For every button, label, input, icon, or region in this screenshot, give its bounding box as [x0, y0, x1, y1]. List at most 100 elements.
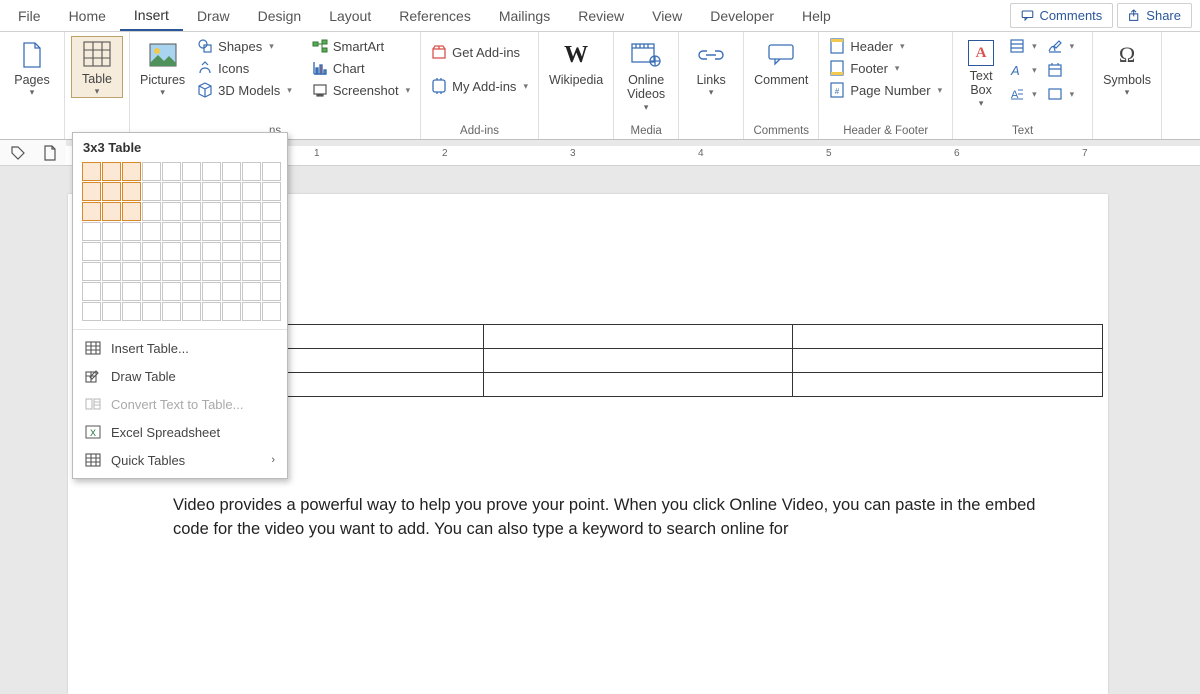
grid-cell[interactable] — [142, 302, 161, 321]
grid-cell[interactable] — [102, 222, 121, 241]
grid-cell[interactable] — [242, 302, 261, 321]
tab-mailings[interactable]: Mailings — [485, 2, 564, 30]
grid-cell[interactable] — [122, 262, 141, 281]
grid-cell[interactable] — [162, 262, 181, 281]
grid-cell[interactable] — [142, 222, 161, 241]
grid-cell[interactable] — [122, 302, 141, 321]
table-button[interactable]: Table ▾ — [71, 36, 123, 98]
grid-cell[interactable] — [82, 202, 101, 221]
grid-cell[interactable] — [222, 242, 241, 261]
grid-cell[interactable] — [142, 282, 161, 301]
grid-cell[interactable] — [222, 162, 241, 181]
grid-cell[interactable] — [182, 182, 201, 201]
drop-cap-button[interactable]: A▾ — [1005, 84, 1041, 104]
grid-cell[interactable] — [122, 282, 141, 301]
tab-layout[interactable]: Layout — [315, 2, 385, 30]
insert-table-item[interactable]: Insert Table... — [73, 334, 287, 362]
grid-cell[interactable] — [262, 302, 281, 321]
grid-cell[interactable] — [262, 262, 281, 281]
3d-models-button[interactable]: 3D Models▾ — [193, 80, 296, 100]
grid-cell[interactable] — [122, 182, 141, 201]
wordart-button[interactable]: A▾ — [1005, 60, 1041, 80]
comments-button[interactable]: Comments — [1010, 3, 1113, 28]
grid-cell[interactable] — [202, 182, 221, 201]
grid-cell[interactable] — [242, 242, 261, 261]
excel-spreadsheet-item[interactable]: XExcel Spreadsheet — [73, 418, 287, 446]
grid-cell[interactable] — [162, 302, 181, 321]
grid-cell[interactable] — [242, 282, 261, 301]
grid-cell[interactable] — [102, 202, 121, 221]
object-button[interactable]: ▾ — [1043, 84, 1079, 104]
grid-cell[interactable] — [202, 302, 221, 321]
get-addins-button[interactable]: Get Add-ins — [427, 42, 532, 62]
grid-cell[interactable] — [202, 222, 221, 241]
grid-cell[interactable] — [202, 162, 221, 181]
footer-button[interactable]: Footer▾ — [825, 58, 946, 78]
header-button[interactable]: Header▾ — [825, 36, 946, 56]
grid-cell[interactable] — [82, 242, 101, 261]
tab-insert[interactable]: Insert — [120, 1, 183, 31]
grid-cell[interactable] — [82, 162, 101, 181]
grid-cell[interactable] — [162, 222, 181, 241]
table-size-grid[interactable] — [73, 162, 287, 329]
screenshot-button[interactable]: Screenshot▾ — [308, 80, 414, 100]
grid-cell[interactable] — [82, 262, 101, 281]
grid-cell[interactable] — [202, 242, 221, 261]
grid-cell[interactable] — [162, 182, 181, 201]
share-button[interactable]: Share — [1117, 3, 1192, 28]
grid-cell[interactable] — [142, 262, 161, 281]
grid-cell[interactable] — [122, 162, 141, 181]
icons-button[interactable]: Icons — [193, 58, 296, 78]
grid-cell[interactable] — [162, 242, 181, 261]
grid-cell[interactable] — [162, 282, 181, 301]
grid-cell[interactable] — [202, 202, 221, 221]
grid-cell[interactable] — [102, 302, 121, 321]
grid-cell[interactable] — [102, 282, 121, 301]
grid-cell[interactable] — [122, 202, 141, 221]
date-time-button[interactable] — [1043, 60, 1079, 80]
comment-button[interactable]: Comment — [750, 36, 812, 87]
grid-cell[interactable] — [242, 222, 261, 241]
my-addins-button[interactable]: My Add-ins▾ — [427, 76, 532, 96]
grid-cell[interactable] — [262, 162, 281, 181]
tab-review[interactable]: Review — [564, 2, 638, 30]
grid-cell[interactable] — [202, 282, 221, 301]
grid-cell[interactable] — [162, 202, 181, 221]
pages-button[interactable]: Pages ▾ — [6, 36, 58, 98]
pictures-button[interactable]: Pictures ▾ — [136, 36, 189, 98]
grid-cell[interactable] — [182, 302, 201, 321]
grid-cell[interactable] — [82, 222, 101, 241]
grid-cell[interactable] — [142, 242, 161, 261]
grid-cell[interactable] — [222, 262, 241, 281]
tab-draw[interactable]: Draw — [183, 2, 244, 30]
grid-cell[interactable] — [82, 182, 101, 201]
grid-cell[interactable] — [222, 222, 241, 241]
grid-cell[interactable] — [182, 242, 201, 261]
grid-cell[interactable] — [262, 222, 281, 241]
tab-developer[interactable]: Developer — [696, 2, 788, 30]
grid-cell[interactable] — [222, 282, 241, 301]
grid-cell[interactable] — [102, 262, 121, 281]
grid-cell[interactable] — [82, 282, 101, 301]
grid-cell[interactable] — [242, 202, 261, 221]
wikipedia-button[interactable]: W Wikipedia — [545, 36, 607, 87]
signature-line-button[interactable]: ▾ — [1043, 36, 1079, 56]
symbols-button[interactable]: Ω Symbols ▾ — [1099, 36, 1155, 98]
grid-cell[interactable] — [222, 202, 241, 221]
grid-cell[interactable] — [262, 242, 281, 261]
grid-cell[interactable] — [102, 182, 121, 201]
new-page-icon[interactable] — [42, 145, 58, 161]
grid-cell[interactable] — [182, 222, 201, 241]
chart-button[interactable]: Chart — [308, 58, 414, 78]
tab-references[interactable]: References — [385, 2, 485, 30]
tab-design[interactable]: Design — [244, 2, 316, 30]
grid-cell[interactable] — [162, 162, 181, 181]
quick-parts-button[interactable]: ▾ — [1005, 36, 1041, 56]
grid-cell[interactable] — [182, 282, 201, 301]
grid-cell[interactable] — [102, 242, 121, 261]
text-box-button[interactable]: A Text Box ▾ — [959, 36, 1003, 109]
grid-cell[interactable] — [142, 202, 161, 221]
links-button[interactable]: Links ▾ — [685, 36, 737, 98]
grid-cell[interactable] — [262, 282, 281, 301]
online-videos-button[interactable]: Online Videos ▾ — [620, 36, 672, 113]
